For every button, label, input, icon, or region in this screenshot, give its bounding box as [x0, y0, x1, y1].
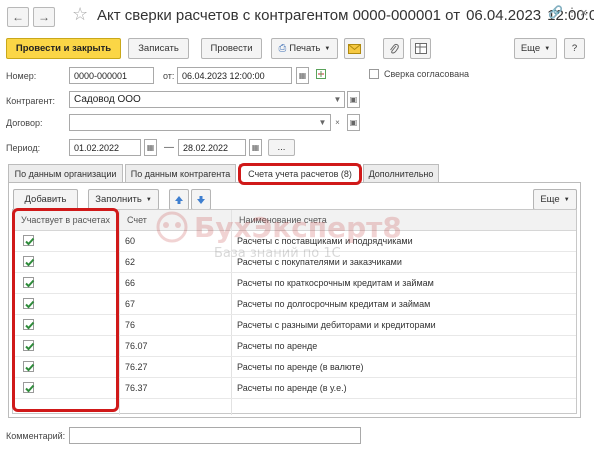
calendar-icon[interactable]: ▦ [296, 67, 309, 84]
number-value: 0000-000001 [74, 70, 128, 81]
back-arrow-icon[interactable]: ← [7, 7, 29, 27]
post-and-close-label: Провести и закрыть [15, 43, 112, 54]
star-icon[interactable]: ☆ [72, 4, 88, 25]
account-code: 76.37 [125, 383, 148, 393]
watermark-brand: БухЭксперт8 [194, 211, 402, 244]
calendar-icon[interactable]: ▦ [249, 139, 262, 156]
tab-contractor-data[interactable]: По данным контрагента [125, 164, 236, 182]
title-date: 06.04.2023 [466, 7, 542, 24]
fill-button[interactable]: Заполнить ▼ [88, 189, 159, 210]
kebab-icon[interactable]: ⋮ [566, 5, 578, 19]
close-icon[interactable]: × [580, 5, 588, 20]
open-icon[interactable]: ▣ [347, 91, 360, 108]
post-status-icon [316, 69, 326, 79]
fill-label: Заполнить [95, 194, 142, 205]
account-name: Расчеты по краткосрочным кредитам и займ… [237, 278, 434, 288]
column-highlight-frame [12, 208, 119, 412]
contractor-field[interactable]: Садовод ООО [69, 91, 345, 108]
account-name: Расчеты по аренде (в у.е.) [237, 383, 347, 393]
account-code: 76.07 [125, 341, 148, 351]
account-code: 62 [125, 257, 136, 267]
agreed-checkbox[interactable] [369, 69, 379, 79]
period-label: Период: [6, 143, 41, 153]
period-start-field[interactable]: 01.02.2022 [69, 139, 141, 156]
table-icon[interactable] [410, 38, 431, 59]
account-name: Расчеты с разными дебиторами и кредитора… [237, 320, 436, 330]
write-label: Записать [138, 43, 179, 54]
period-dash: — [164, 142, 174, 153]
period-end-value: 28.02.2022 [183, 142, 229, 153]
account-code: 60 [125, 236, 136, 246]
chevron-down-icon: ▼ [324, 45, 331, 52]
contract-label: Договор: [6, 118, 43, 128]
post-label: Провести [210, 43, 253, 54]
account-code: 76.27 [125, 362, 148, 372]
envelope-icon[interactable] [344, 38, 365, 59]
printer-icon: ⎙ [278, 43, 287, 54]
comment-field[interactable] [69, 427, 361, 444]
chevron-down-icon[interactable]: ▼ [316, 114, 329, 131]
contractor-label: Контрагент: [6, 96, 56, 106]
chevron-down-icon: ▼ [544, 45, 551, 52]
account-name: Расчеты по долгосрочным кредитам и займа… [237, 299, 431, 309]
number-label: Номер: [6, 71, 37, 81]
link-icon[interactable]: 🔗 [548, 5, 563, 19]
window-title: Акт сверки расчетов с контрагентом 0000-… [97, 7, 594, 24]
column-header-account[interactable]: Счет [127, 215, 147, 225]
calendar-icon[interactable]: ▦ [144, 139, 157, 156]
account-code: 76 [125, 320, 136, 330]
panel-more-label: Еще [540, 194, 560, 205]
clear-icon[interactable]: × [331, 114, 344, 131]
contract-field[interactable] [69, 114, 331, 131]
write-button[interactable]: Записать [128, 38, 189, 59]
contractor-value: Садовод ООО [74, 94, 141, 105]
forward-arrow-icon[interactable]: → [33, 7, 55, 27]
add-label: Добавить [24, 194, 67, 205]
tab-label: По данным контрагента [130, 168, 231, 179]
period-start-value: 01.02.2022 [74, 142, 120, 153]
paperclip-icon[interactable] [383, 38, 404, 59]
date-from-label: от: [163, 71, 175, 81]
post-button[interactable]: Провести [201, 38, 262, 59]
tab-label: По данным организации [14, 168, 117, 179]
period-select-button[interactable]: ... [268, 139, 295, 156]
account-name: Расчеты по аренде (в валюте) [237, 362, 364, 372]
print-label: Печать [289, 43, 321, 54]
help-label: ? [571, 43, 578, 54]
help-button[interactable]: ? [564, 38, 585, 59]
tab-highlight-frame [238, 163, 362, 185]
agreed-label: Сверка согласована [384, 69, 470, 79]
tab-organization-data[interactable]: По данным организации [8, 164, 123, 182]
more-button[interactable]: Еще ▼ [514, 38, 557, 59]
more-label: Еще [520, 43, 541, 54]
open-icon[interactable]: ▣ [347, 114, 360, 131]
period-end-field[interactable]: 28.02.2022 [178, 139, 246, 156]
watermark-tagline: База знаний по 1С [214, 246, 341, 261]
print-button[interactable]: ⎙ Печать ▼ [271, 38, 338, 59]
account-name: Расчеты по аренде [237, 341, 318, 351]
date-value: 06.04.2023 12:00:00 [182, 70, 265, 81]
title-main: Акт сверки расчетов с контрагентом 0000-… [97, 7, 461, 24]
brand-watermark: БухЭксперт8 База знаний по 1С [156, 211, 402, 261]
number-field[interactable]: 0000-000001 [69, 67, 154, 84]
chevron-down-icon: ▼ [563, 196, 570, 203]
tab-additional[interactable]: Дополнительно [363, 164, 439, 182]
chevron-down-icon[interactable]: ▼ [331, 91, 344, 108]
account-code: 67 [125, 299, 136, 309]
comment-label: Комментарий: [6, 431, 66, 441]
post-and-close-button[interactable]: Провести и закрыть [6, 38, 121, 59]
panel-more-button[interactable]: Еще ▼ [533, 189, 577, 210]
date-field[interactable]: 06.04.2023 12:00:00 [177, 67, 292, 84]
add-button[interactable]: Добавить [13, 189, 78, 210]
chevron-down-icon: ▼ [145, 196, 152, 203]
tab-label: Дополнительно [368, 168, 434, 179]
account-code: 66 [125, 278, 136, 288]
